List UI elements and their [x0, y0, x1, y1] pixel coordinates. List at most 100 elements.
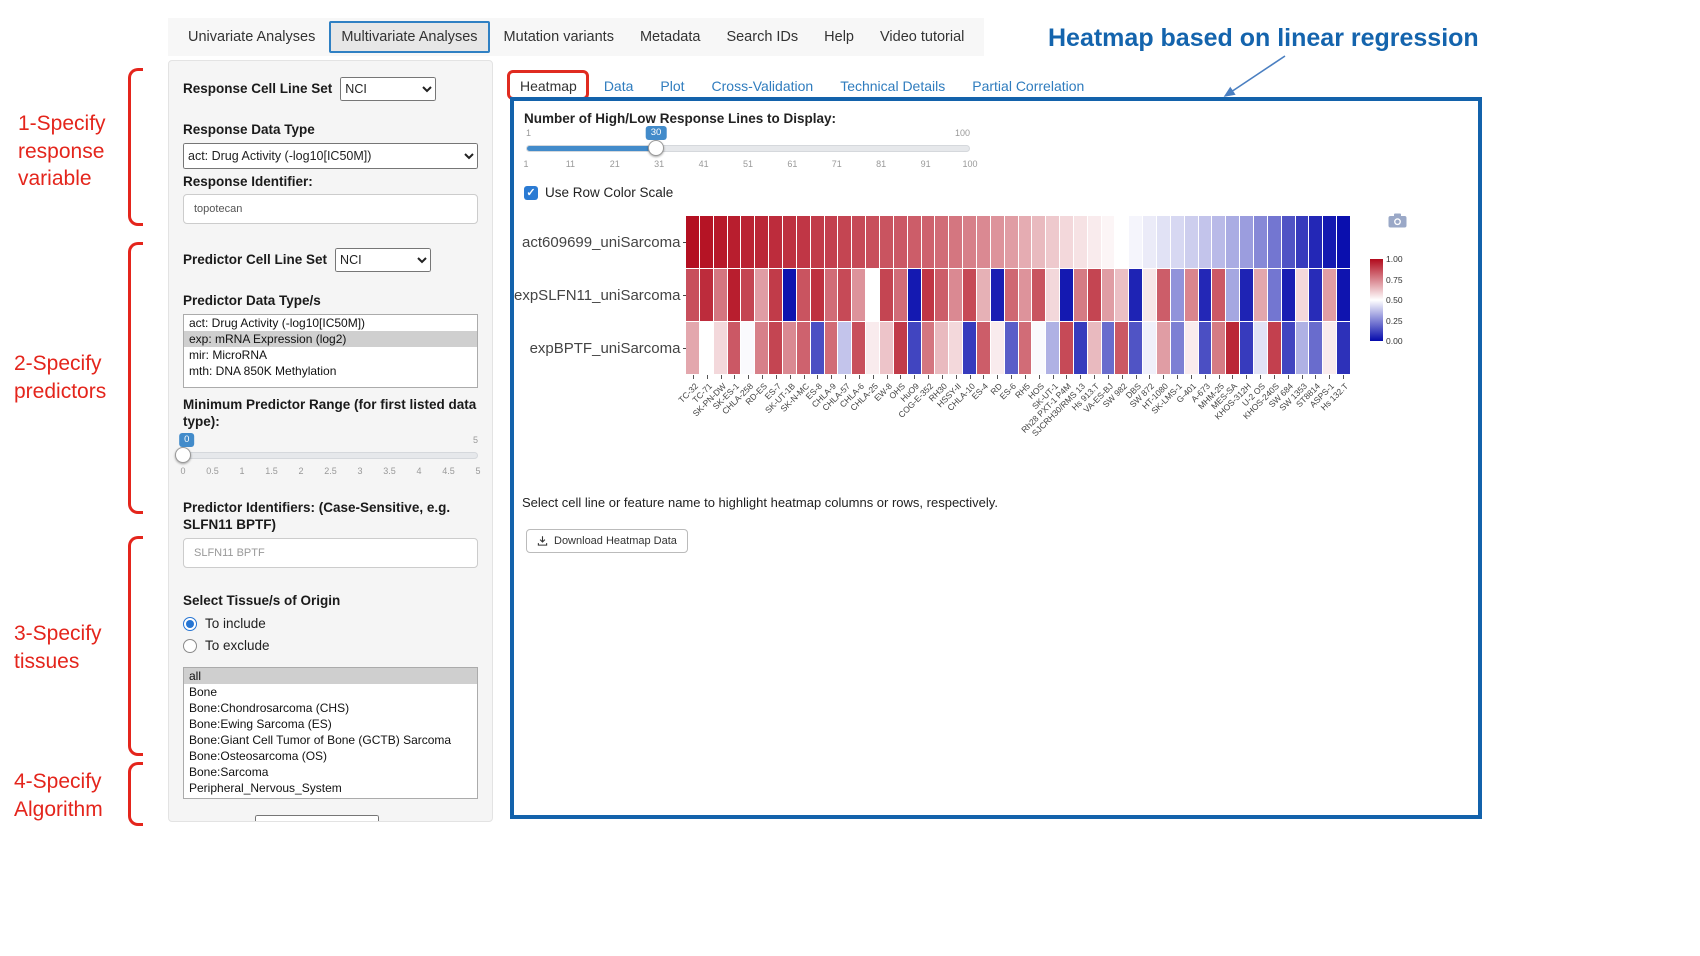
- heatmap-cell[interactable]: [1199, 216, 1212, 268]
- heatmap-cell[interactable]: [949, 322, 962, 374]
- heatmap-cell[interactable]: [1005, 216, 1018, 268]
- heatmap-cell[interactable]: [1129, 216, 1142, 268]
- heatmap-cell[interactable]: [741, 269, 754, 321]
- slider-track[interactable]: [526, 145, 970, 152]
- heatmap-cell[interactable]: [1171, 322, 1184, 374]
- heatmap-cell[interactable]: [1282, 216, 1295, 268]
- heatmap-cell[interactable]: [769, 269, 782, 321]
- nav-item-video-tutorial[interactable]: Video tutorial: [868, 21, 976, 53]
- heatmap-cell[interactable]: [1046, 322, 1059, 374]
- heatmap-cell[interactable]: [894, 322, 907, 374]
- heatmap-cell[interactable]: [825, 322, 838, 374]
- heatmap-cell[interactable]: [811, 269, 824, 321]
- heatmap-cell[interactable]: [1157, 269, 1170, 321]
- heatmap-cell[interactable]: [1323, 269, 1336, 321]
- heatmap-cell[interactable]: [1212, 269, 1225, 321]
- heatmap-cell[interactable]: [825, 269, 838, 321]
- heatmap-cell[interactable]: [700, 269, 713, 321]
- heatmap-cell[interactable]: [949, 269, 962, 321]
- heatmap-cell[interactable]: [1115, 269, 1128, 321]
- heatmap-cell[interactable]: [1254, 322, 1267, 374]
- heatmap-cell[interactable]: [797, 322, 810, 374]
- heatmap-cell[interactable]: [963, 322, 976, 374]
- heatmap-cell[interactable]: [1309, 216, 1322, 268]
- download-heatmap-data-button[interactable]: Download Heatmap Data: [526, 529, 688, 553]
- list-item[interactable]: Bone:Osteosarcoma (OS): [184, 748, 477, 764]
- heatmap-cell[interactable]: [1226, 216, 1239, 268]
- heatmap-cell[interactable]: [880, 216, 893, 268]
- heatmap-cell[interactable]: [1337, 216, 1350, 268]
- heatmap-cell[interactable]: [1102, 322, 1115, 374]
- heatmap-cell[interactable]: [922, 216, 935, 268]
- heatmap-cell[interactable]: [1296, 216, 1309, 268]
- heatmap-cell[interactable]: [1309, 269, 1322, 321]
- heatmap-cell[interactable]: [1019, 322, 1032, 374]
- list-item[interactable]: Bone:Ewing Sarcoma (ES): [184, 716, 477, 732]
- heatmap-cell[interactable]: [1171, 216, 1184, 268]
- heatmap-cell[interactable]: [1199, 269, 1212, 321]
- heatmap-cell[interactable]: [1212, 216, 1225, 268]
- heatmap-cell[interactable]: [728, 269, 741, 321]
- heatmap-cell[interactable]: [686, 269, 699, 321]
- heatmap-cell[interactable]: [977, 216, 990, 268]
- heatmap-cell[interactable]: [949, 216, 962, 268]
- list-item[interactable]: mir: MicroRNA: [184, 347, 477, 363]
- heatmap-cell[interactable]: [1143, 269, 1156, 321]
- heatmap-cell[interactable]: [963, 216, 976, 268]
- list-item[interactable]: act: Drug Activity (-log10[IC50M]): [184, 315, 477, 331]
- heatmap-cell[interactable]: [1032, 322, 1045, 374]
- heatmap-cell[interactable]: [1254, 269, 1267, 321]
- response-identifier-input[interactable]: [183, 194, 478, 224]
- heatmap-row-label[interactable]: expBPTF_uniSarcoma: [514, 322, 688, 374]
- list-item[interactable]: all: [184, 668, 477, 684]
- slider-handle[interactable]: [648, 140, 664, 156]
- tab-partial-correlation[interactable]: Partial Correlation: [972, 78, 1084, 94]
- nav-item-metadata[interactable]: Metadata: [628, 21, 712, 53]
- heatmap-cell[interactable]: [1199, 322, 1212, 374]
- heatmap-cell[interactable]: [1102, 269, 1115, 321]
- heatmap-cell[interactable]: [728, 322, 741, 374]
- heatmap-cell[interactable]: [1019, 269, 1032, 321]
- list-item[interactable]: Bone:Giant Cell Tumor of Bone (GCTB) Sar…: [184, 732, 477, 748]
- heatmap-cell[interactable]: [728, 216, 741, 268]
- heatmap-cell[interactable]: [1157, 322, 1170, 374]
- list-item[interactable]: mth: DNA 850K Methylation: [184, 363, 477, 379]
- heatmap-cell[interactable]: [1171, 269, 1184, 321]
- heatmap-cell[interactable]: [686, 216, 699, 268]
- heatmap-cell[interactable]: [977, 269, 990, 321]
- heatmap-cell[interactable]: [714, 216, 727, 268]
- heatmap-cell[interactable]: [1032, 216, 1045, 268]
- heatmap-cell[interactable]: [700, 216, 713, 268]
- slider-handle[interactable]: [175, 447, 191, 463]
- heatmap-cell[interactable]: [852, 322, 865, 374]
- heatmap-cell[interactable]: [1143, 322, 1156, 374]
- tab-data[interactable]: Data: [604, 78, 634, 94]
- heatmap-cell[interactable]: [1254, 216, 1267, 268]
- heatmap-cell[interactable]: [963, 269, 976, 321]
- heatmap-cell[interactable]: [797, 269, 810, 321]
- heatmap-cell[interactable]: [991, 322, 1004, 374]
- heatmap-cell[interactable]: [838, 216, 851, 268]
- heatmap-cell[interactable]: [1296, 322, 1309, 374]
- tab-technical-details[interactable]: Technical Details: [840, 78, 945, 94]
- heatmap-cell[interactable]: [894, 269, 907, 321]
- heatmap-cell[interactable]: [825, 216, 838, 268]
- heatmap-cell[interactable]: [1268, 216, 1281, 268]
- heatmap-cell[interactable]: [1240, 216, 1253, 268]
- lines-slider[interactable]: 1 100 30 1112131415161718191100: [526, 128, 970, 182]
- nav-item-search-ids[interactable]: Search IDs: [714, 21, 810, 53]
- heatmap-cell[interactable]: [935, 269, 948, 321]
- tissue-exclude-radio[interactable]: [183, 639, 197, 653]
- tissue-include-radio[interactable]: [183, 617, 197, 631]
- heatmap-cell[interactable]: [1323, 322, 1336, 374]
- list-item[interactable]: exp: mRNA Expression (log2): [184, 331, 477, 347]
- heatmap-cell[interactable]: [1074, 322, 1087, 374]
- heatmap-cell[interactable]: [908, 216, 921, 268]
- heatmap-cell[interactable]: [1046, 216, 1059, 268]
- heatmap-cell[interactable]: [880, 322, 893, 374]
- min-predictor-range-slider[interactable]: 0 5 0 00.511.522.533.544.55: [183, 435, 478, 489]
- predictor-identifiers-input[interactable]: [183, 538, 478, 568]
- heatmap-cell[interactable]: [686, 322, 699, 374]
- heatmap-cell[interactable]: [1005, 322, 1018, 374]
- heatmap-cell[interactable]: [935, 216, 948, 268]
